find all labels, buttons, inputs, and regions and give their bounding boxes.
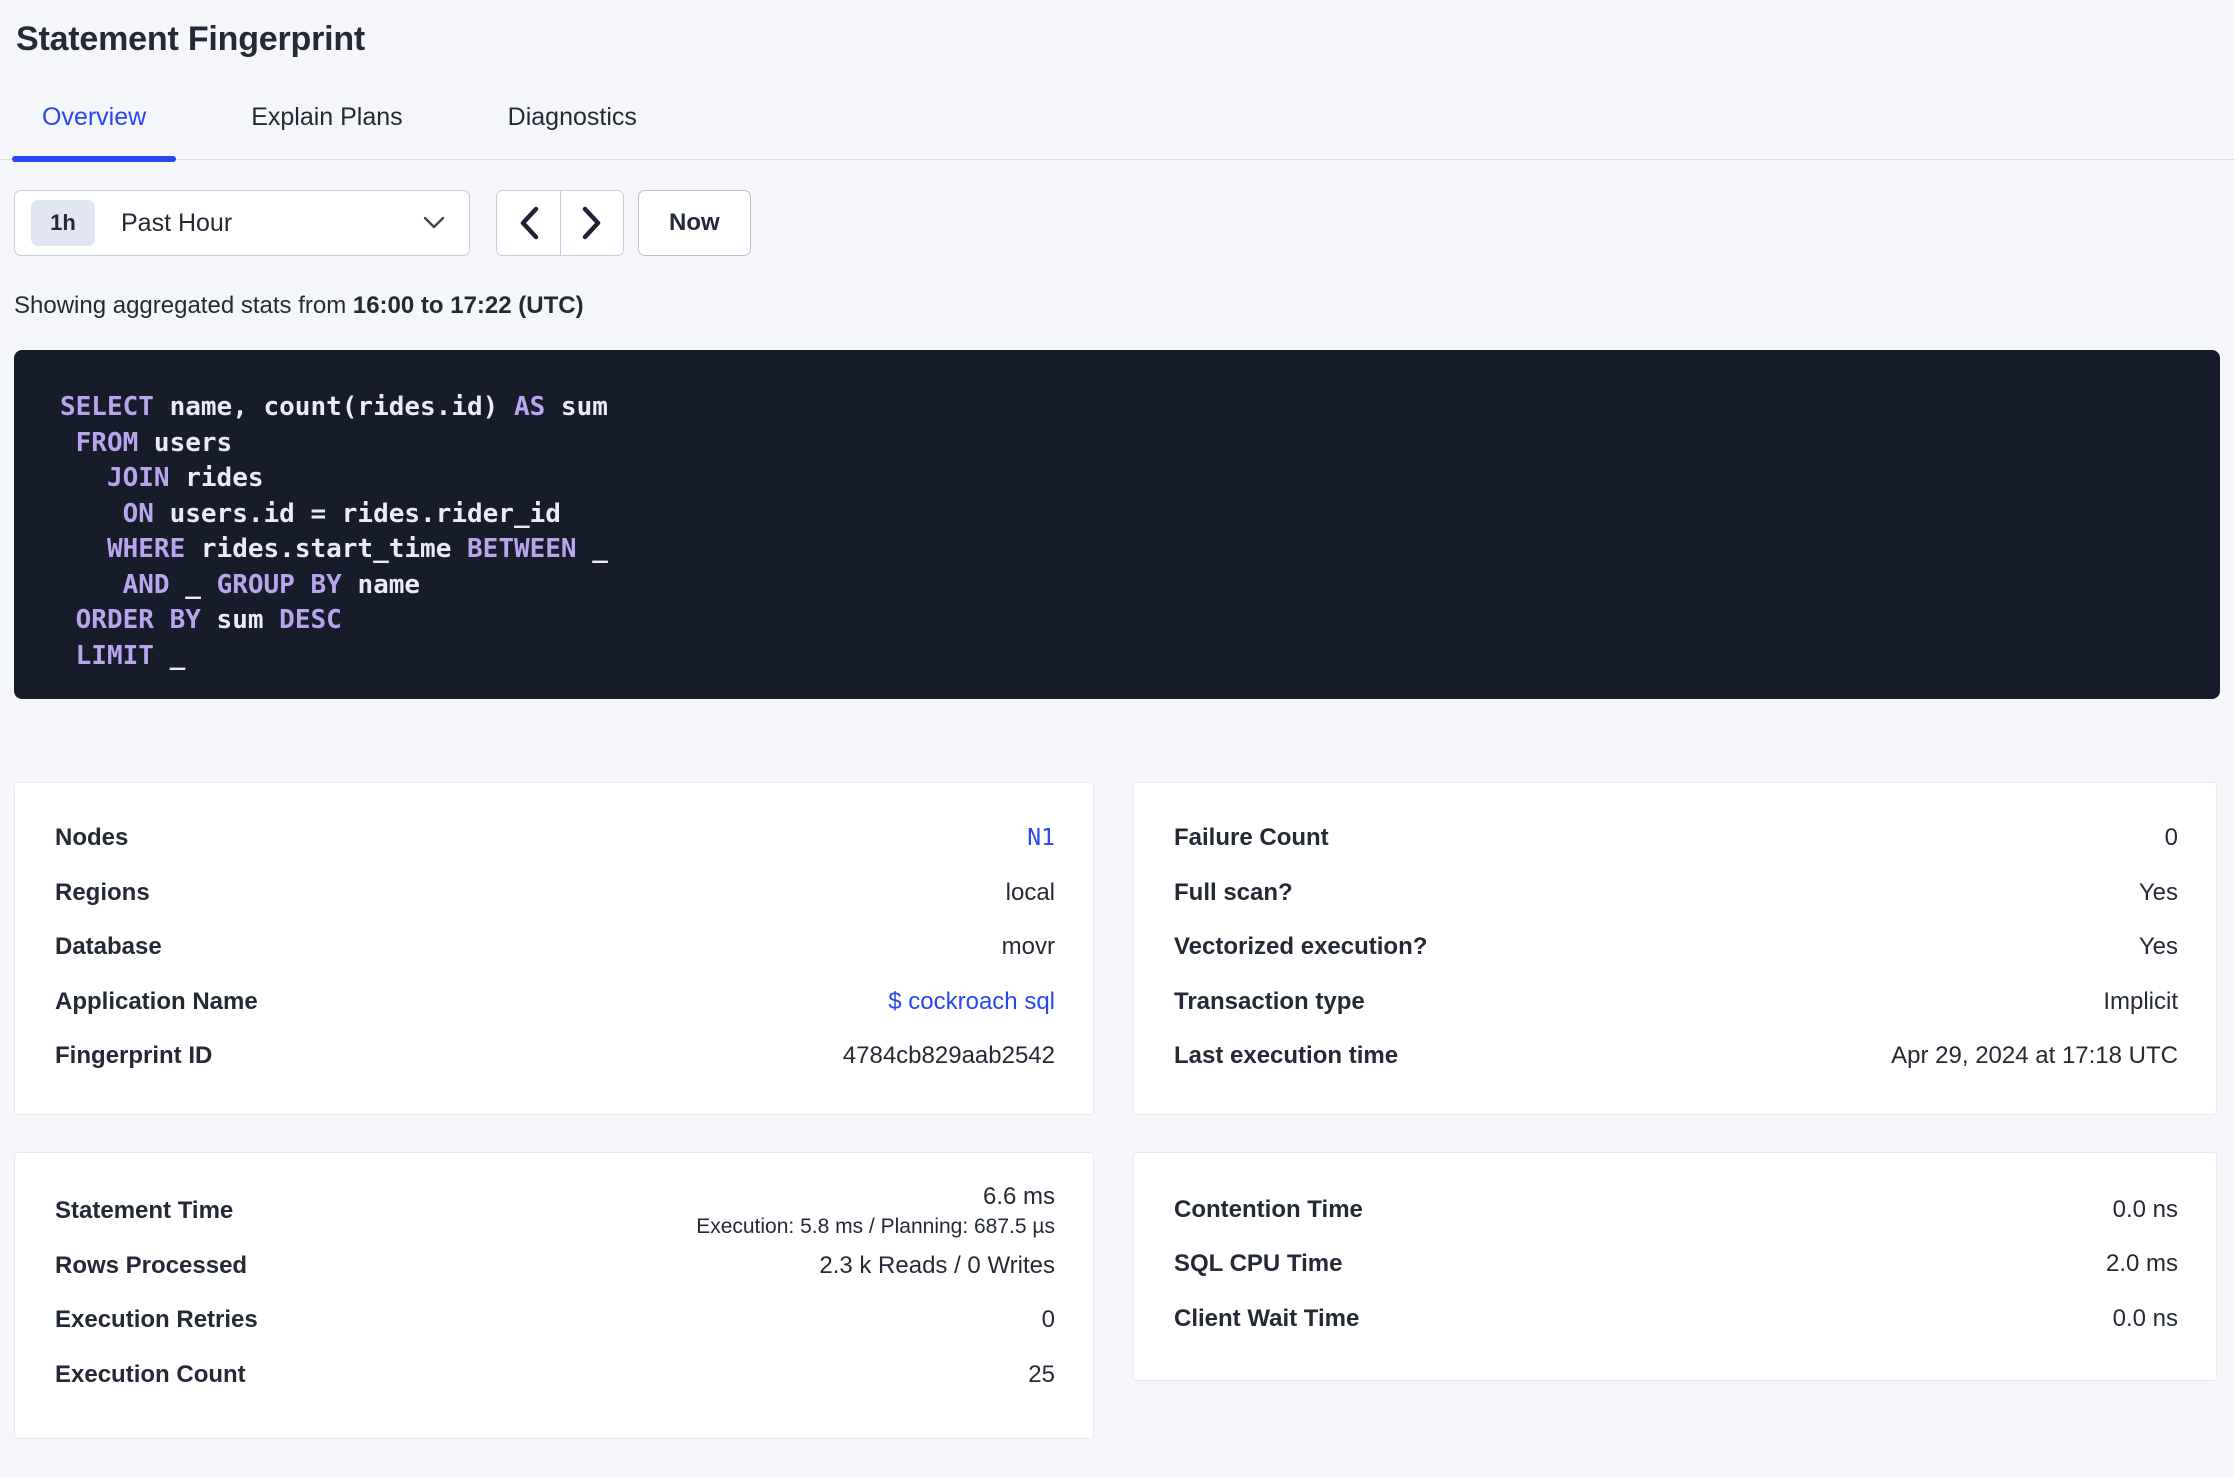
info-row-value: 25 — [1028, 1360, 1055, 1388]
info-row: Full scan? Yes — [1174, 866, 2178, 921]
info-row-label: Execution Retries — [55, 1306, 258, 1334]
stats-line-prefix: Showing aggregated stats from — [14, 292, 353, 319]
caret-right-icon — [582, 206, 601, 240]
info-row-label: Database — [55, 933, 162, 961]
info-row-value: 2.0 ms — [2105, 1250, 2178, 1278]
info-row: Rows Processed 2.3 k Reads / 0 Writes — [55, 1239, 1055, 1294]
info-row-value-link[interactable]: $ cockroach sql — [888, 988, 1055, 1016]
info-row-label: Client Wait Time — [1174, 1304, 1360, 1332]
info-row-label: Fingerprint ID — [55, 1042, 213, 1070]
info-row-value-link[interactable]: N1 — [1027, 825, 1055, 851]
time-breakdown-card: Contention Time 0.0 ns SQL CPU Time 2.0 ms C… — [1133, 1151, 2217, 1381]
info-row-label: Vectorized execution? — [1174, 933, 1428, 961]
info-row-label: Regions — [55, 878, 150, 906]
info-row-value: Apr 29, 2024 at 17:18 UTC — [1891, 1042, 2178, 1070]
summary-cards-row-1: Nodes N1 Regions local Database movr Applicati… — [14, 782, 2220, 1115]
info-row-label: Last execution time — [1174, 1042, 1399, 1070]
next-interval-button[interactable] — [560, 191, 623, 255]
info-row-label: Contention Time — [1174, 1195, 1363, 1223]
info-row: Vectorized execution? Yes — [1174, 920, 2178, 975]
time-step-buttons — [496, 190, 624, 256]
stats-line-range: 16:00 to 17:22 (UTC) — [352, 292, 584, 319]
info-row-subvalue: Execution: 5.8 ms / Planning: 687.5 µs — [696, 1214, 1055, 1238]
info-row-label: Nodes — [55, 824, 129, 852]
tab-bar: Overview Explain Plans Diagnostics — [0, 103, 2234, 162]
info-row-value: 0 — [2164, 824, 2178, 852]
info-row: Execution Retries 0 — [55, 1293, 1055, 1348]
aggregated-stats-line: Showing aggregated stats from 16:00 to 1… — [14, 292, 2220, 320]
info-row-value: Yes — [2138, 933, 2178, 961]
info-row: Contention Time 0.0 ns — [1174, 1183, 2178, 1238]
info-row-value: 0 — [1041, 1306, 1055, 1334]
info-row-value: Yes — [2138, 878, 2178, 906]
info-row: Execution Count 25 — [55, 1348, 1055, 1403]
summary-cards-row-2: Statement Time 6.6 ms Execution: 5.8 ms / … — [14, 1151, 2220, 1439]
info-row: Client Wait Time 0.0 ns — [1174, 1292, 2178, 1347]
execution-attributes-card: Failure Count 0 Full scan? Yes Vectorized ex… — [1133, 782, 2217, 1115]
info-row-value: local — [1005, 878, 1055, 906]
info-row: Failure Count 0 — [1174, 811, 2178, 866]
statement-performance-card: Statement Time 6.6 ms Execution: 5.8 ms / … — [14, 1151, 1094, 1439]
info-row: Last execution time Apr 29, 2024 at 17:18… — [1174, 1029, 2178, 1084]
statement-details-card: Nodes N1 Regions local Database movr Applicati… — [14, 782, 1094, 1115]
info-row-label: Full scan? — [1174, 878, 1293, 906]
info-row-value: movr — [1001, 933, 1055, 961]
info-row-value: Implicit — [2103, 987, 2178, 1015]
info-row: Nodes N1 — [55, 811, 1055, 866]
info-row-value: 0.0 ns — [2112, 1195, 2178, 1223]
sql-statement: SELECT name, count(rides.id) AS sum FROM… — [60, 392, 608, 671]
info-row-label: Transaction type — [1174, 987, 1365, 1015]
info-row: Transaction type Implicit — [1174, 975, 2178, 1030]
info-row-label: Rows Processed — [55, 1251, 248, 1279]
info-row-value: 0.0 ns — [2112, 1304, 2178, 1332]
info-row-value: 6.6 ms — [982, 1182, 1055, 1210]
time-range-label: Past Hour — [121, 208, 233, 237]
info-row: Database movr — [55, 920, 1055, 975]
sql-statement-box: SELECT name, count(rides.id) AS sum FROM… — [14, 350, 2220, 699]
info-row-value: 4784cb829aab2542 — [842, 1042, 1055, 1070]
tab-diagnostics[interactable]: Diagnostics — [478, 103, 667, 159]
info-row: Statement Time 6.6 ms Execution: 5.8 ms / … — [55, 1183, 1055, 1239]
tab-explain-plans[interactable]: Explain Plans — [221, 103, 432, 159]
time-range-badge: 1h — [31, 200, 95, 246]
now-button[interactable]: Now — [638, 190, 751, 256]
info-row: Fingerprint ID 4784cb829aab2542 — [55, 1029, 1055, 1084]
info-row-label: Execution Count — [55, 1360, 246, 1388]
info-row-value: 2.3 k Reads / 0 Writes — [819, 1251, 1055, 1279]
page-title: Statement Fingerprint — [16, 20, 366, 58]
info-row: Application Name $ cockroach sql — [55, 975, 1055, 1030]
info-row: SQL CPU Time 2.0 ms — [1174, 1237, 2178, 1292]
previous-interval-button[interactable] — [497, 191, 560, 255]
info-row-label: Failure Count — [1174, 824, 1329, 852]
chevron-down-icon — [423, 216, 445, 229]
time-range-selector[interactable]: 1h Past Hour — [14, 190, 470, 256]
time-picker-row: 1h Past Hour Now — [14, 190, 2220, 256]
info-row-label: SQL CPU Time — [1174, 1250, 1343, 1278]
info-row-value-stack: 6.6 ms Execution: 5.8 ms / Planning: 687.… — [696, 1183, 1055, 1239]
tab-overview[interactable]: Overview — [12, 103, 177, 162]
info-row-label: Statement Time — [55, 1196, 234, 1224]
info-row: Regions local — [55, 866, 1055, 921]
caret-left-icon — [520, 206, 538, 240]
info-row-label: Application Name — [55, 987, 258, 1015]
